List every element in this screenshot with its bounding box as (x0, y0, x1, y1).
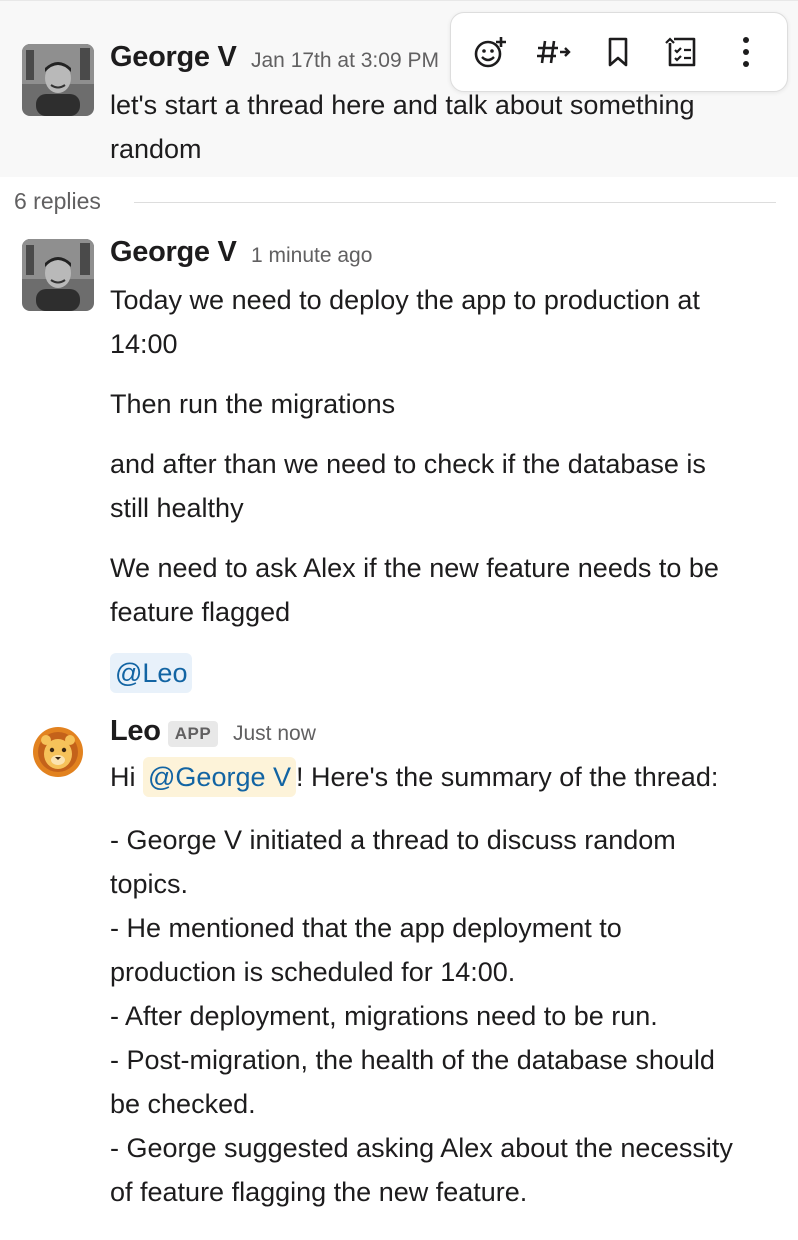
mention-row: @Leo (110, 651, 193, 695)
message-text: Then run the migrations (110, 389, 396, 419)
add-task-button[interactable] (661, 31, 703, 73)
bookmark-icon (608, 37, 628, 67)
greeting-suffix: ! Here's the summary of the thread: (296, 762, 719, 792)
avatar[interactable] (22, 716, 94, 788)
user-mention[interactable]: @George V (143, 757, 296, 797)
app-badge: APP (168, 721, 218, 747)
message-text: 14:00 (110, 329, 178, 359)
divider-line (134, 202, 776, 203)
forward-to-channel-icon (537, 40, 571, 64)
greeting-line: Hi @George V! Here's the summary of the … (110, 755, 718, 799)
summary-line: - After deployment, migrations need to b… (110, 1001, 658, 1031)
user-mention[interactable]: @Leo (110, 653, 193, 693)
message-actions-toolbar (450, 12, 788, 92)
add-reaction-icon (474, 37, 506, 68)
summary-line: - George V initiated a thread to discuss… (110, 825, 676, 855)
timestamp[interactable]: Just now (233, 722, 316, 746)
message-text: still healthy (110, 493, 244, 523)
summary-line: - Post-migration, the health of the data… (110, 1045, 715, 1075)
message-text: and after than we need to check if the d… (110, 449, 706, 479)
george-avatar-image (22, 239, 94, 311)
lion-avatar-icon (33, 727, 83, 777)
timestamp[interactable]: 1 minute ago (251, 244, 372, 268)
summary-list: - George V initiated a thread to discuss… (110, 818, 733, 1214)
summary-line: - George suggested asking Alex about the… (110, 1133, 733, 1163)
add-reaction-button[interactable] (469, 31, 511, 73)
forward-to-channel-button[interactable] (533, 31, 575, 73)
summary-line: topics. (110, 869, 189, 899)
summary-line: - He mentioned that the app deployment t… (110, 913, 622, 943)
george-avatar-image (22, 44, 94, 116)
summary-line: be checked. (110, 1089, 256, 1119)
save-button[interactable] (597, 31, 639, 73)
replies-divider: 6 replies (0, 176, 798, 230)
summary-line: production is scheduled for 14:00. (110, 957, 516, 987)
message-text: Today we need to deploy the app to produ… (110, 285, 700, 315)
author-name[interactable]: Leo (110, 715, 161, 748)
message-text: feature flagged (110, 597, 291, 627)
message-text: We need to ask Alex if the new feature n… (110, 553, 719, 583)
replies-count: 6 replies (14, 188, 101, 214)
message-text: let's start a thread here and talk about… (110, 90, 695, 164)
more-actions-button[interactable] (725, 31, 767, 73)
author-name[interactable]: George V (110, 41, 237, 74)
summary-line: of feature flagging the new feature. (110, 1177, 528, 1207)
avatar[interactable] (22, 44, 94, 116)
greeting-prefix: Hi (110, 762, 136, 792)
add-task-icon (665, 37, 696, 67)
timestamp[interactable]: Jan 17th at 3:09 PM (251, 49, 451, 73)
avatar[interactable] (22, 239, 94, 311)
author-name[interactable]: George V (110, 236, 237, 269)
more-actions-icon (743, 37, 749, 67)
